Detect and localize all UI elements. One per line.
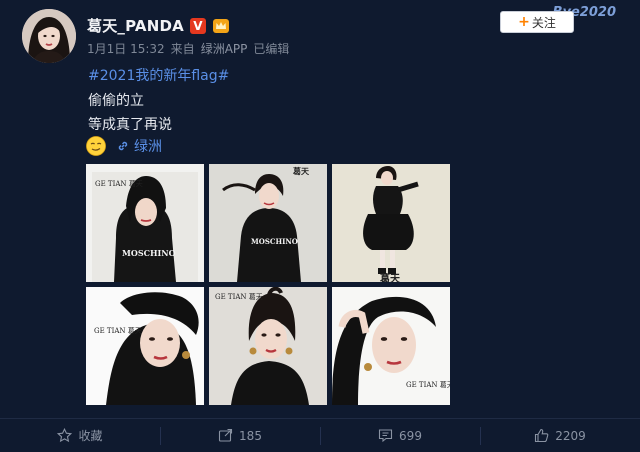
favorite-button[interactable]: 收藏	[0, 419, 160, 452]
follow-button[interactable]: + 关注	[500, 11, 574, 33]
photo-2-shirt-text: MOSCHINO	[251, 237, 298, 246]
edited-label[interactable]: 已编辑	[253, 40, 289, 57]
photo-1-caption: GE TIAN 葛天	[95, 179, 143, 188]
oasis-link-label: 绿洲	[134, 139, 162, 155]
post-time[interactable]: 1月1日 15:32	[87, 40, 165, 57]
verified-badge-icon: V	[189, 17, 206, 34]
hashtag-link[interactable]: #2021我的新年flag#	[88, 65, 229, 85]
repost-icon	[218, 428, 233, 442]
like-button[interactable]: 2209	[480, 419, 640, 452]
post-text-line-1: 偷偷的立	[88, 93, 144, 109]
photo-5[interactable]: GE TIAN 葛天	[209, 287, 327, 405]
photo-3[interactable]: 葛天	[332, 164, 450, 282]
avatar[interactable]	[22, 9, 76, 63]
weibo-post-card: 葛天_PANDA V 1月1日 15:32 来自 绿洲APP 已编辑 Bye20…	[0, 0, 640, 452]
emoji-row: 绿洲	[86, 136, 162, 156]
plus-icon: +	[518, 14, 530, 30]
action-bar: 收藏 185 699 2209	[0, 419, 640, 452]
link-icon	[118, 141, 128, 151]
photo-5-caption: GE TIAN 葛天	[215, 292, 263, 301]
photo-2[interactable]: MOSCHINO 葛天	[209, 164, 327, 282]
comment-button[interactable]: 699	[320, 419, 480, 452]
photo-1[interactable]: MOSCHINO GE TIAN 葛天	[86, 164, 204, 282]
like-count: 2209	[555, 428, 586, 443]
photo-4[interactable]: GE TIAN 葛天	[86, 287, 204, 405]
comment-count: 699	[399, 428, 422, 443]
photo-grid: MOSCHINO GE TIAN 葛天 MOSCHINO 葛天 葛天 GE TI…	[86, 164, 450, 405]
photo-3-caption: 葛天	[379, 272, 401, 282]
post-text-line-2: 等成真了再说	[88, 117, 172, 133]
username-row: 葛天_PANDA V	[87, 15, 230, 36]
star-icon	[57, 428, 73, 443]
repost-button[interactable]: 185	[160, 419, 320, 452]
photo-1-shirt-text: MOSCHINO	[122, 248, 176, 258]
photo-6[interactable]: GE TIAN 葛天	[332, 287, 450, 405]
comment-icon	[378, 429, 393, 443]
photo-4-caption: GE TIAN 葛天	[94, 326, 142, 335]
smirk-emoji-icon	[86, 136, 106, 156]
post-meta: 1月1日 15:32 来自 绿洲APP 已编辑	[87, 40, 289, 57]
photo-2-caption: 葛天	[292, 166, 310, 176]
favorite-label: 收藏	[78, 429, 103, 443]
username[interactable]: 葛天_PANDA	[87, 15, 184, 36]
follow-label: 关注	[531, 15, 556, 30]
post-source[interactable]: 绿洲APP	[201, 40, 248, 57]
source-prefix: 来自	[170, 42, 195, 56]
crown-icon	[212, 18, 229, 33]
oasis-link[interactable]: 绿洲	[116, 136, 162, 156]
thumbs-up-icon	[535, 428, 549, 443]
photo-6-caption: GE TIAN 葛天	[406, 380, 450, 389]
repost-count: 185	[239, 428, 262, 443]
